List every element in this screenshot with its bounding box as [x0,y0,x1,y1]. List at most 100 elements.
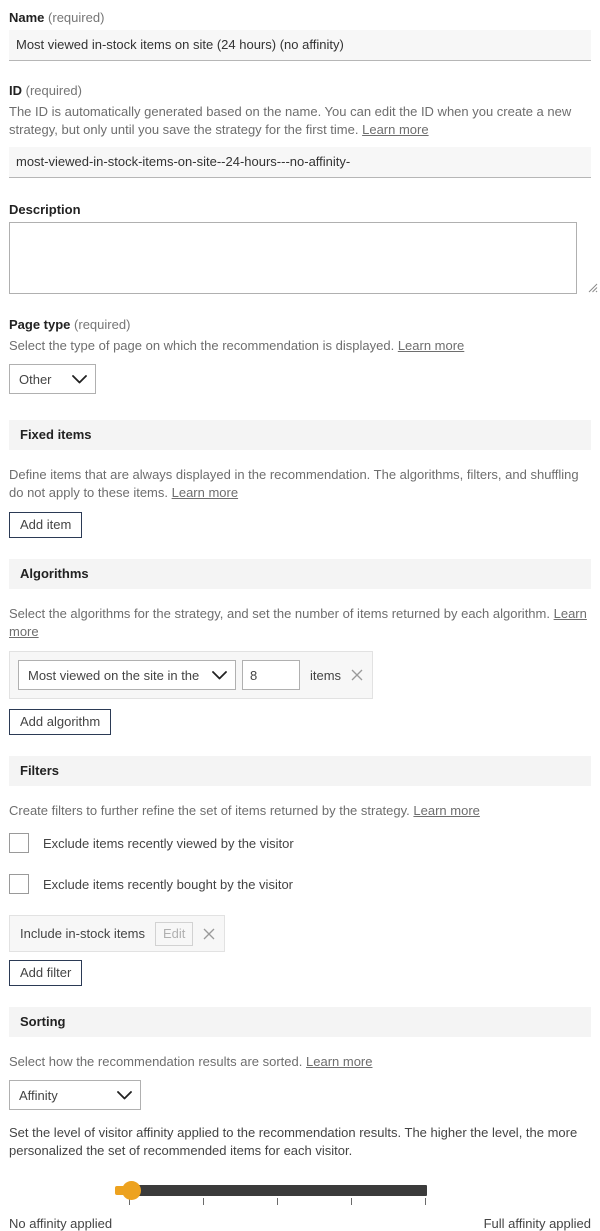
slider-tick [351,1198,352,1205]
id-label-text: ID [9,83,22,98]
slider-ticks [129,1198,427,1208]
slider-min-label: No affinity applied [9,1216,113,1231]
description-textarea[interactable] [9,222,577,294]
section-header-fixed-items: Fixed items [9,420,591,450]
chevron-down-icon [72,374,87,383]
id-help-text: The ID is automatically generated based … [9,104,572,137]
add-filter-button[interactable]: Add filter [9,960,83,986]
sorting-learn-more-link[interactable]: Learn more [306,1054,372,1069]
filter-chip: Include in-stock items Edit [9,915,226,952]
page-type-help: Select the type of page on which the rec… [0,337,600,355]
algorithms-help-text: Select the algorithms for the strategy, … [9,606,550,621]
exclude-recently-bought-checkbox[interactable] [9,874,29,894]
affinity-slider[interactable] [9,1176,591,1216]
algorithms-title: Algorithms [20,566,89,581]
add-algorithm-button[interactable]: Add algorithm [9,709,112,735]
section-header-algorithms: Algorithms [9,559,591,589]
exclude-recently-bought-label: Exclude items recently bought by the vis… [43,876,294,892]
section-header-filters: Filters [9,756,591,786]
slider-tick [425,1198,426,1205]
strategy-form: Name (required) ID (required) The ID is … [0,0,600,1231]
description-label-text: Description [9,202,81,217]
filters-help-text: Create filters to further refine the set… [9,803,410,818]
filters-learn-more-link[interactable]: Learn more [413,803,479,818]
filter-chip-label: Include in-stock items [20,926,145,941]
sorting-help: Select how the recommendation results ar… [0,1053,600,1071]
close-icon[interactable] [350,668,364,682]
name-label: Name (required) [0,10,600,30]
sorting-title: Sorting [20,1014,66,1029]
sorting-help-text: Select how the recommendation results ar… [9,1054,303,1069]
page-type-learn-more-link[interactable]: Learn more [398,338,464,353]
id-label: ID (required) [0,83,600,103]
sorting-select[interactable]: Affinity [9,1080,141,1110]
filters-help: Create filters to further refine the set… [0,802,600,820]
exclude-recently-viewed-checkbox[interactable] [9,833,29,853]
slider-handle[interactable] [122,1181,141,1200]
affinity-help-text: Set the level of visitor affinity applie… [9,1125,578,1158]
close-icon[interactable] [202,927,216,941]
algorithm-row: Most viewed on the site in the pa items [9,651,374,699]
name-input[interactable] [9,30,591,61]
id-input[interactable] [9,147,591,178]
chevron-down-icon [212,670,227,679]
page-type-help-text: Select the type of page on which the rec… [9,338,395,353]
fixed-items-title: Fixed items [20,427,92,442]
page-type-select[interactable]: Other [9,364,96,394]
filter-chip-edit-button[interactable]: Edit [155,921,194,946]
algorithms-help: Select the algorithms for the strategy, … [0,605,600,641]
slider-labels: No affinity applied Full affinity applie… [0,1216,600,1231]
algorithm-select-value: Most viewed on the site in the pa [28,667,200,683]
id-learn-more-link[interactable]: Learn more [362,122,428,137]
filter-checkbox-row: Exclude items recently bought by the vis… [0,874,600,894]
page-type-label-text: Page type [9,317,71,332]
slider-track[interactable] [129,1185,427,1196]
name-label-text: Name [9,10,45,25]
page-type-value: Other [19,371,52,387]
slider-tick [277,1198,278,1205]
exclude-recently-viewed-label: Exclude items recently viewed by the vis… [43,835,294,851]
page-type-required-hint: (required) [74,317,131,332]
fixed-items-help-text: Define items that are always displayed i… [9,467,579,500]
algorithm-select[interactable]: Most viewed on the site in the pa [18,660,236,690]
fixed-items-help: Define items that are always displayed i… [0,466,600,502]
add-item-button[interactable]: Add item [9,512,83,538]
affinity-help: Set the level of visitor affinity applie… [0,1124,600,1160]
name-required-hint: (required) [48,10,105,25]
fixed-items-learn-more-link[interactable]: Learn more [172,485,238,500]
sorting-value: Affinity [19,1087,58,1103]
filter-checkbox-row: Exclude items recently viewed by the vis… [0,833,600,853]
slider-max-label: Full affinity applied [483,1216,591,1231]
algorithm-count-input[interactable] [242,660,300,690]
chevron-down-icon [117,1090,132,1099]
section-header-sorting: Sorting [9,1007,591,1037]
description-label: Description [0,202,600,222]
id-required-hint: (required) [25,83,82,98]
resize-grip-icon [588,283,598,293]
page-type-label: Page type (required) [0,317,600,337]
